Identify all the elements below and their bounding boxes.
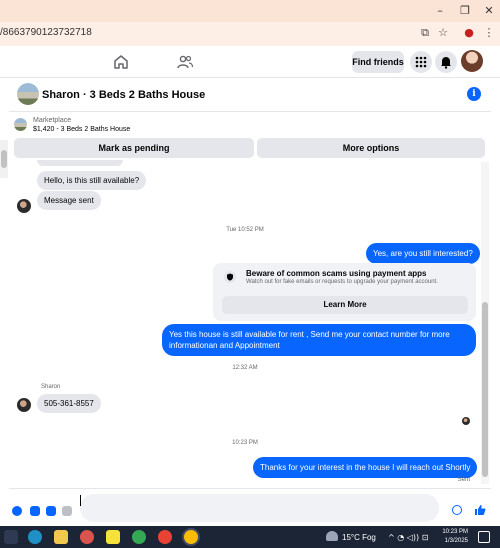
message-composer [9,488,491,526]
message-bubble-incoming[interactable]: 505-361-8557 [37,394,101,413]
plus-icon[interactable] [12,506,22,516]
weather-text[interactable]: 15°C Fog [342,533,376,542]
clock-time[interactable]: 10:23 PM [428,529,468,535]
weather-icon[interactable] [326,531,338,541]
listing-source: Marketplace [33,117,72,124]
chat-scroll-thumb[interactable] [482,302,488,477]
minimize-button[interactable]: – [432,3,448,19]
find-friends-button[interactable]: Find friends [352,51,404,73]
home-icon[interactable] [112,53,130,71]
chrome-profile-icon[interactable] [158,530,172,544]
listing-small-thumbnail [14,118,27,131]
warning-title: Beware of common scams using payment app… [246,269,427,278]
listing-thumbnail[interactable] [17,83,39,105]
seen-indicator-avatar [462,417,470,425]
listing-price: $1,420 - 3 Beds 2 Baths House [33,126,131,133]
clock-date[interactable]: 1/3/2025 [428,538,468,544]
browser-titlebar: – ❐ ✕ [0,0,500,22]
sender-avatar[interactable] [17,199,31,213]
menu-grid-button[interactable] [410,51,432,73]
sticky-notes-icon[interactable] [106,530,120,544]
timestamp: 10:23 PM [232,440,258,446]
chrome-icon[interactable] [132,530,146,544]
notifications-button[interactable] [435,51,457,73]
app-icon[interactable] [80,530,94,544]
more-options-button[interactable]: More options [257,138,485,158]
notification-center-icon[interactable] [478,531,490,543]
chat-scrollbar[interactable] [481,162,489,484]
close-button[interactable]: ✕ [481,3,497,19]
sender-avatar[interactable] [17,398,31,412]
cast-icon[interactable]: ⧉ [418,26,432,40]
grid-icon [415,56,427,68]
gif-icon[interactable] [62,506,72,516]
emoji-icon[interactable] [452,505,462,515]
message-bubble-outgoing[interactable]: Thanks for your interest in the house I … [253,457,478,478]
profile-icon[interactable]: ● [462,26,476,40]
task-view-icon[interactable] [4,530,18,544]
text-caret [80,495,81,506]
sticker-icon[interactable] [46,506,56,516]
left-scroll-thumb[interactable] [1,150,7,168]
like-icon[interactable] [474,504,486,516]
message-bubble-outgoing[interactable]: Yes this house is still available for re… [162,324,476,356]
listing-strip: Marketplace $1,420 - 3 Beds 2 Baths Hous… [9,112,491,160]
message-line: Yes this house is still available for re… [169,330,450,339]
chat-header: Sharon · 3 Beds 2 Baths House i [9,78,491,112]
url-text[interactable]: /8663790123732718 [0,27,92,38]
address-bar[interactable]: /8663790123732718 ⧉ ☆ ● ⋮ [0,22,500,46]
mark-as-pending-button[interactable]: Mark as pending [14,138,254,158]
bookmark-star-icon[interactable]: ☆ [436,26,450,40]
chrome-active-icon[interactable] [184,530,198,544]
sent-status: Sent [457,477,470,483]
shield-icon [224,271,236,283]
photo-icon[interactable] [30,506,40,516]
previous-bubble-edge [37,160,123,166]
message-line: informationan and Appointment [169,341,280,350]
message-input[interactable] [80,494,439,522]
taskbar: 15°C Fog ^ ◔ ◁)) ⊡ 10:23 PM 1/3/2025 [0,526,500,548]
timestamp: 12:32 AM [232,365,258,371]
maximize-button[interactable]: ❐ [457,3,473,19]
bell-icon [441,57,451,69]
info-icon[interactable]: i [467,87,481,101]
edge-icon[interactable] [28,530,42,544]
message-bubble-outgoing[interactable]: Yes, are you still interested? [366,243,480,264]
message-bubble-incoming[interactable]: Message sent [37,191,101,210]
timestamp: Tue 10:52 PM [226,227,264,233]
friends-icon[interactable] [176,53,194,71]
sender-name: Sharon [41,384,61,390]
browser-menu-icon[interactable]: ⋮ [482,26,496,40]
warning-text: Watch out for fake emails or requests to… [246,279,438,285]
left-scrollbar[interactable] [0,140,8,178]
system-tray-icons[interactable]: ^ ◔ ◁)) ⊡ [388,533,428,542]
chat-title[interactable]: Sharon · 3 Beds 2 Baths House [42,89,205,101]
account-avatar[interactable] [461,50,483,72]
learn-more-button[interactable]: Learn More [222,296,468,314]
scam-warning-card: Beware of common scams using payment app… [213,263,476,321]
message-bubble-incoming[interactable]: Hello, is this still available? [37,171,147,190]
file-explorer-icon[interactable] [54,530,68,544]
